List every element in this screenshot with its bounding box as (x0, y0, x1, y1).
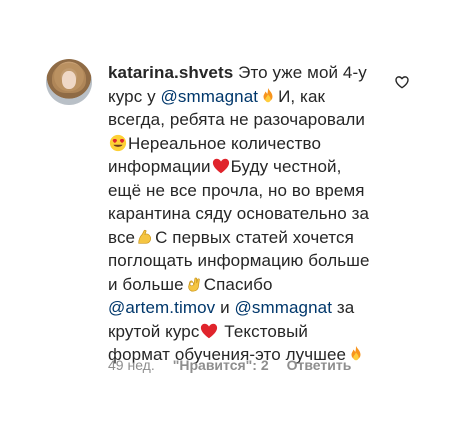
comment-text-segment: за (332, 298, 355, 317)
comment-text-segment: Нереальное количество (128, 133, 322, 153)
comment-text-segment: информации (108, 157, 211, 176)
comment-text-segment: Буду честной, (230, 157, 342, 176)
comment-line: всегда, ребята не разочаровали (108, 108, 413, 132)
like-comment-icon[interactable] (394, 74, 410, 90)
comment-text-segment: Текстовый (219, 321, 309, 341)
comment-text-segment: И, как (278, 86, 326, 106)
comment-text-segment: Спасибо (203, 274, 273, 294)
comment-line: @artem.timov и @smmagnat за (108, 296, 413, 320)
mention-link[interactable]: @artem.timov (108, 298, 215, 317)
comment-meta: 49 нед. "Нравится": 2 Ответить (108, 357, 351, 373)
mention-link[interactable]: @smmagnat (161, 87, 259, 106)
comment-text-segment: и больше (108, 274, 184, 294)
comment-line: Нереальное количество (108, 132, 413, 156)
comment-time[interactable]: 49 нед. (108, 357, 155, 373)
avatar-face (62, 71, 76, 89)
comment-text-segment: все (108, 227, 136, 247)
comment-line: крутой курс Текстовый (108, 320, 413, 344)
comment-line: карантина сяду основательно за (108, 202, 413, 226)
comment-text: katarina.shvets Это уже мой 4-у курс у @… (108, 61, 413, 367)
comment-line: информации Буду честной, (108, 155, 413, 179)
comment-text-segment: крутой курс (108, 321, 200, 341)
heart-emoji-icon (201, 323, 218, 338)
avatar[interactable] (46, 59, 92, 105)
fire-emoji-icon (263, 87, 273, 102)
comment-text-segment: и (215, 298, 235, 317)
comment-line: и больше Спасибо (108, 273, 413, 297)
reply-button[interactable]: Ответить (287, 357, 352, 373)
comment-text-segment: С первых статей хочется (155, 227, 354, 247)
comment-text-segment: карантина сяду основательно за (108, 204, 370, 223)
comment-text-segment: всегда, ребята не разочаровали (108, 110, 366, 129)
comment-text-segment: Это уже мой 4-у (233, 63, 367, 82)
comment-line: поглощать информацию больше (108, 249, 413, 273)
flexed-biceps-emoji-icon (138, 229, 152, 244)
ok-hand-emoji-icon (187, 277, 200, 292)
comment-line: все С первых статей хочется (108, 226, 413, 250)
comment-text-segment: поглощать информацию больше (108, 251, 370, 270)
likes-count[interactable]: "Нравится": 2 (173, 357, 269, 373)
heart-emoji-icon (212, 158, 229, 174)
mention-link[interactable]: @smmagnat (235, 298, 333, 317)
comment-line: ещё не все прочла, но во время (108, 179, 413, 203)
comment-text-segment: ещё не все прочла, но во время (108, 180, 365, 200)
heart-eyes-emoji-icon (109, 134, 127, 151)
comment-text-segment: курс у (108, 86, 161, 106)
username-link[interactable]: katarina.shvets (108, 63, 233, 82)
comment-first-line: katarina.shvets Это уже мой 4-у (108, 61, 413, 85)
comment-line: курс у @smmagnat И, как (108, 85, 413, 109)
